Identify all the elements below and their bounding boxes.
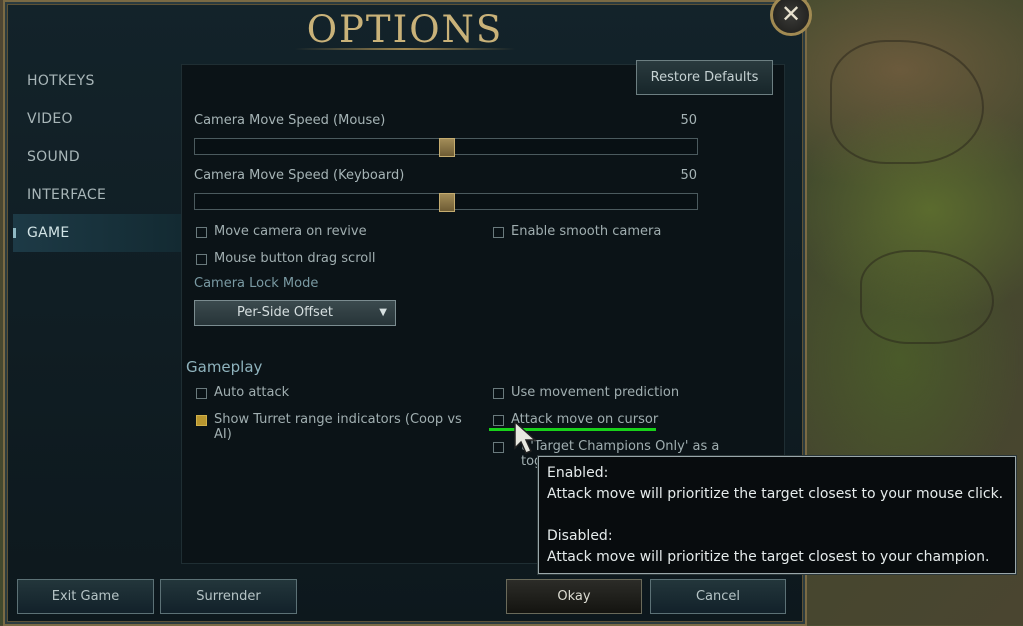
checkbox-label: Mouse button drag scroll — [214, 251, 376, 266]
surrender-button[interactable]: Surrender — [160, 579, 297, 614]
checkbox-box-checked — [196, 415, 207, 426]
dropdown-arrow-icon: ▼ — [379, 307, 387, 318]
movement-prediction-checkbox[interactable]: Use movement prediction — [493, 385, 679, 400]
checkbox-label: Enable smooth camera — [511, 224, 662, 239]
camera-lock-mode-select[interactable]: Per-Side Offset ▼ — [194, 300, 396, 326]
camera-lock-mode-label: Camera Lock Mode — [194, 276, 319, 291]
drag-scroll-checkbox[interactable]: Mouse button drag scroll — [196, 251, 375, 266]
background-terrain — [860, 250, 994, 344]
background-terrain — [830, 40, 984, 164]
checkbox-box — [196, 388, 207, 399]
nav-item-sound[interactable]: SOUND — [13, 138, 181, 176]
tooltip-enabled-title: Enabled: — [547, 465, 609, 481]
checkbox-box — [493, 227, 504, 238]
checkbox-label: Move camera on revive — [214, 224, 367, 239]
checkbox-label: Use movement prediction — [511, 385, 680, 400]
options-nav: HOTKEYS VIDEO SOUND INTERFACE GAME — [13, 62, 181, 252]
gameplay-heading: Gameplay — [186, 358, 263, 376]
tooltip-disabled-text: Attack move will prioritize the target c… — [547, 549, 990, 565]
checkbox-box — [196, 227, 207, 238]
title-divider — [295, 48, 515, 50]
mouse-speed-slider[interactable] — [194, 138, 698, 157]
tooltip-disabled-title: Disabled: — [547, 528, 613, 544]
keyboard-speed-label: Camera Move Speed (Keyboard) — [194, 168, 405, 183]
checkbox-box — [493, 442, 504, 453]
mouse-cursor-icon — [514, 420, 537, 454]
exit-game-button[interactable]: Exit Game — [17, 579, 154, 614]
restore-defaults-button[interactable]: Restore Defaults — [636, 60, 773, 95]
turret-range-label-cont: AI) — [214, 427, 232, 442]
keyboard-speed-slider[interactable] — [194, 193, 698, 212]
checkbox-label: Show Turret range indicators (Coop vs AI… — [214, 412, 462, 442]
close-icon: ✕ — [780, 0, 802, 28]
attack-move-tooltip: Enabled: Attack move will prioritize the… — [538, 456, 1016, 574]
checkbox-box — [493, 388, 504, 399]
checkbox-box — [493, 415, 504, 426]
select-value: Per-Side Offset — [237, 305, 333, 320]
cancel-button[interactable]: Cancel — [650, 579, 786, 614]
auto-attack-checkbox[interactable]: Auto attack — [196, 385, 289, 400]
target-champ-label: t 'Target Champions Only' as a — [521, 439, 720, 454]
nav-item-video[interactable]: VIDEO — [13, 100, 181, 138]
tooltip-enabled-text: Attack move will prioritize the target c… — [547, 486, 1004, 502]
window-title: OPTIONS — [306, 8, 504, 51]
slider-handle[interactable] — [439, 193, 455, 212]
checkbox-label: Auto attack — [214, 385, 290, 400]
mouse-speed-value: 50 — [680, 113, 697, 128]
nav-item-hotkeys[interactable]: HOTKEYS — [13, 62, 181, 100]
turret-range-checkbox[interactable]: Show Turret range indicators (Coop vs AI… — [196, 412, 466, 442]
smooth-camera-checkbox[interactable]: Enable smooth camera — [493, 224, 661, 239]
nav-item-interface[interactable]: INTERFACE — [13, 176, 181, 214]
checkbox-box — [196, 254, 207, 265]
move-camera-revive-checkbox[interactable]: Move camera on revive — [196, 224, 367, 239]
turret-range-label: Show Turret range indicators (Coop vs — [214, 412, 462, 427]
keyboard-speed-value: 50 — [680, 168, 697, 183]
slider-handle[interactable] — [439, 138, 455, 157]
mouse-speed-label: Camera Move Speed (Mouse) — [194, 113, 386, 128]
nav-item-game[interactable]: GAME — [13, 214, 181, 252]
okay-button[interactable]: Okay — [506, 579, 642, 614]
